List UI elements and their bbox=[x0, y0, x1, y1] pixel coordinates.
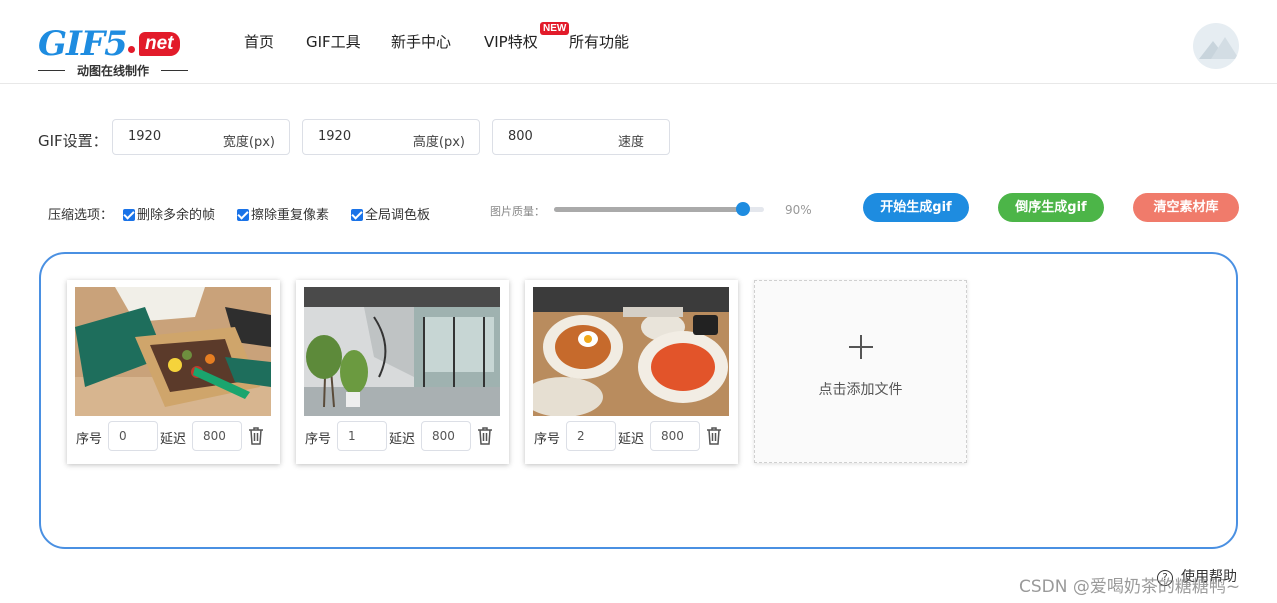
frame-index-input[interactable] bbox=[108, 421, 158, 451]
checkbox-label: 擦除重复像素 bbox=[251, 208, 330, 223]
watermark: CSDN @爱喝奶茶的糖糖鸭~ bbox=[1019, 577, 1241, 597]
avatar-mountain-right bbox=[1211, 37, 1239, 59]
nav-item-all-features[interactable]: 所有功能 bbox=[569, 32, 629, 52]
width-input[interactable] bbox=[128, 129, 218, 144]
new-badge: NEW bbox=[540, 22, 570, 35]
frame-card: 序号 延迟 bbox=[67, 280, 280, 464]
site-logo[interactable]: GIF5 net 动图在线制作 bbox=[38, 24, 188, 80]
logo-net-badge: net bbox=[139, 32, 180, 56]
speed-field: 速度 bbox=[492, 119, 670, 155]
clear-library-button[interactable]: 清空素材库 bbox=[1133, 193, 1239, 222]
add-file-card[interactable]: 点击添加文件 bbox=[754, 280, 967, 463]
reverse-generate-gif-button[interactable]: 倒序生成gif bbox=[998, 193, 1104, 222]
frame-delay-label: 延迟 bbox=[618, 432, 645, 447]
frame-thumbnail bbox=[533, 287, 729, 416]
gif-settings-label: GIF设置： bbox=[38, 132, 108, 150]
trash-icon[interactable] bbox=[477, 427, 493, 445]
frame-delay-label: 延迟 bbox=[389, 432, 416, 447]
frame-thumbnail bbox=[304, 287, 500, 416]
checkbox-checked-icon[interactable] bbox=[351, 209, 363, 221]
frame-delay-input[interactable] bbox=[650, 421, 700, 451]
checkbox-checked-icon[interactable] bbox=[123, 209, 135, 221]
frame-index-input[interactable] bbox=[337, 421, 387, 451]
frame-card: 序号 延迟 bbox=[525, 280, 738, 464]
frame-delay-input[interactable] bbox=[421, 421, 471, 451]
frame-thumbnail bbox=[75, 287, 271, 416]
quality-label: 图片质量： bbox=[490, 205, 545, 218]
height-unit: 高度(px) bbox=[412, 135, 465, 150]
quality-value: 90% bbox=[785, 203, 812, 217]
frame-index-label: 序号 bbox=[534, 432, 561, 447]
nav-item-beginner-center[interactable]: 新手中心 bbox=[391, 32, 451, 52]
width-unit: 宽度(px) bbox=[222, 135, 275, 150]
quality-slider-handle[interactable] bbox=[736, 202, 750, 216]
height-input[interactable] bbox=[318, 129, 408, 144]
user-avatar[interactable] bbox=[1193, 23, 1239, 69]
checkbox-label: 全局调色板 bbox=[365, 208, 431, 223]
plus-icon bbox=[849, 335, 873, 359]
checkbox-remove-frames[interactable]: 删除多余的帧 bbox=[123, 204, 215, 223]
speed-input[interactable] bbox=[508, 129, 598, 144]
logo-rule-right bbox=[161, 70, 188, 71]
checkbox-erase-pixels[interactable]: 擦除重复像素 bbox=[237, 204, 329, 223]
nav-item-gif-tools[interactable]: GIF工具 bbox=[306, 32, 361, 52]
top-header: GIF5 net 动图在线制作 首页 GIF工具 新手中心 VIP特权 所有功能… bbox=[0, 0, 1277, 84]
checkbox-checked-icon[interactable] bbox=[237, 209, 249, 221]
frame-index-input[interactable] bbox=[566, 421, 616, 451]
frame-index-label: 序号 bbox=[76, 432, 103, 447]
frame-index-label: 序号 bbox=[305, 432, 332, 447]
nav-item-vip[interactable]: VIP特权 bbox=[484, 32, 538, 52]
speed-unit: 速度 bbox=[617, 135, 644, 150]
frame-delay-label: 延迟 bbox=[160, 432, 187, 447]
quality-slider[interactable] bbox=[554, 202, 764, 216]
start-generate-gif-button[interactable]: 开始生成gif bbox=[863, 193, 969, 222]
frame-delay-input[interactable] bbox=[192, 421, 242, 451]
compress-options-label: 压缩选项： bbox=[48, 208, 114, 223]
frame-card: 序号 延迟 bbox=[296, 280, 509, 464]
quality-slider-fill bbox=[554, 207, 743, 212]
trash-icon[interactable] bbox=[706, 427, 722, 445]
checkbox-global-palette[interactable]: 全局调色板 bbox=[351, 204, 430, 223]
logo-wordmark: GIF5 bbox=[38, 24, 128, 64]
trash-icon[interactable] bbox=[248, 427, 264, 445]
width-field: 宽度(px) bbox=[112, 119, 290, 155]
checkbox-label: 删除多余的帧 bbox=[137, 208, 216, 223]
height-field: 高度(px) bbox=[302, 119, 480, 155]
nav-item-home[interactable]: 首页 bbox=[244, 32, 274, 52]
logo-dot bbox=[128, 46, 135, 53]
add-file-label: 点击添加文件 bbox=[818, 382, 903, 398]
